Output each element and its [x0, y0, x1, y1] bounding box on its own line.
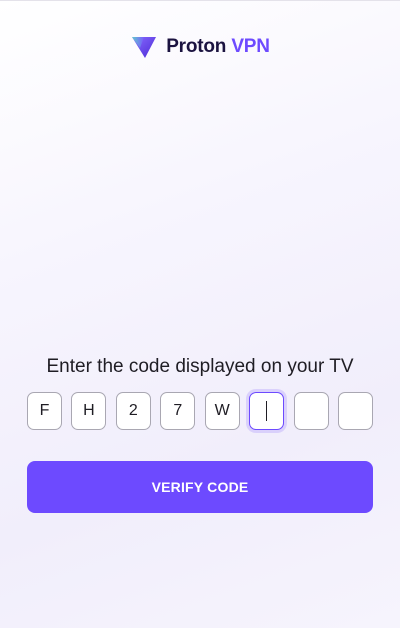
code-digit-input-7[interactable] [293, 392, 329, 430]
verify-code-button[interactable]: VERIFY CODE [27, 461, 373, 513]
code-digit-value: F [39, 402, 50, 419]
text-caret [266, 401, 268, 421]
code-digit-value: W [214, 402, 230, 419]
code-digit-input-6[interactable] [249, 392, 285, 430]
code-digit-input-3[interactable]: 2 [115, 392, 151, 430]
code-digit-value: 7 [173, 402, 183, 419]
code-digit-input-2[interactable]: H [71, 392, 107, 430]
code-digit-input-4[interactable]: 7 [160, 392, 196, 430]
code-digit-input-1[interactable]: F [27, 392, 62, 430]
code-prompt: Enter the code displayed on your TV [46, 356, 354, 377]
app-header: Proton VPN [0, 34, 400, 60]
code-digit-value: 2 [128, 402, 138, 419]
proton-vpn-logo-icon [130, 34, 158, 60]
top-divider [0, 0, 400, 1]
brand-name: Proton VPN [166, 36, 270, 58]
code-digit-input-8[interactable] [337, 392, 373, 430]
brand-vpn: VPN [231, 36, 270, 57]
code-digit-input-5[interactable]: W [204, 392, 240, 430]
brand-proton: Proton [166, 36, 227, 57]
code-input-group: F H 2 7 W [27, 392, 373, 430]
code-digit-value: H [83, 402, 95, 419]
